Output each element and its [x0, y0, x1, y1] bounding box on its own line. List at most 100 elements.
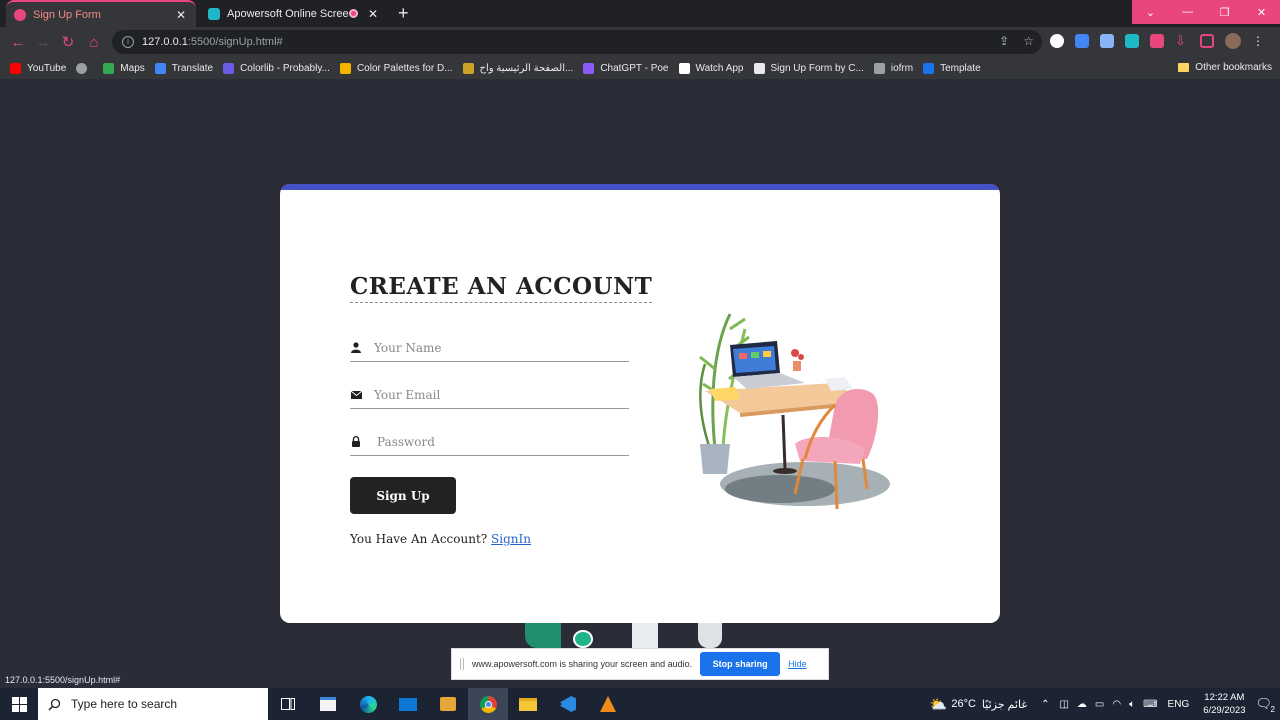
document-extension-icon[interactable]	[1100, 34, 1114, 48]
bookmark-favicon-icon	[10, 62, 21, 74]
bookmark-label: Translate	[171, 62, 214, 74]
window-controls: ⌄ — ❐ ✕	[1132, 0, 1280, 24]
password-input[interactable]	[377, 434, 617, 449]
other-bookmarks-label: Other bookmarks	[1195, 62, 1272, 73]
bookmark-item[interactable]: Watch App	[678, 62, 744, 74]
side-panel-icon[interactable]	[1200, 34, 1214, 48]
mail-icon[interactable]	[388, 688, 428, 720]
bookmark-favicon-icon	[223, 62, 235, 74]
bookmarks-bar: YouTube Maps Translate Colorlib - Probably.…	[0, 57, 1280, 79]
bookmark-item[interactable]: Template	[923, 62, 981, 74]
clock[interactable]: 12:22 AM 6/29/2023	[1203, 691, 1245, 717]
puzzle-extensions-icon[interactable]	[1150, 34, 1164, 48]
bookmark-star-icon[interactable]: ☆	[1023, 34, 1034, 48]
weather-icon[interactable]: ⛅	[930, 696, 947, 713]
recording-icon	[349, 9, 358, 18]
address-bar[interactable]: i 127.0.0.1 :5500/signUp.html# ⇪ ☆	[112, 30, 1042, 54]
close-icon[interactable]: ✕	[174, 8, 188, 22]
drag-handle[interactable]	[460, 658, 464, 670]
new-tab-button[interactable]: +	[398, 3, 409, 24]
bookmark-item[interactable]: Translate	[154, 62, 214, 74]
name-field	[350, 334, 629, 362]
url-path: :5500/signUp.html#	[187, 36, 283, 48]
stop-sharing-button[interactable]: Stop sharing	[700, 652, 781, 676]
lock-icon	[350, 436, 362, 448]
reload-icon[interactable]: ↻	[58, 32, 78, 52]
bookmark-item[interactable]: Maps	[103, 62, 145, 74]
language-indicator[interactable]: ENG	[1168, 699, 1190, 710]
site-info-icon[interactable]: i	[122, 36, 134, 48]
sharing-message: www.apowersoft.com is sharing your scree…	[472, 659, 693, 669]
task-view-icon[interactable]	[268, 688, 308, 720]
other-bookmarks[interactable]: Other bookmarks	[1178, 62, 1272, 73]
tab-sign-up-form[interactable]: Sign Up Form ✕	[6, 0, 196, 27]
edge-icon[interactable]	[348, 688, 388, 720]
bookmark-item[interactable]: Sign Up Form by C...	[753, 62, 864, 74]
media-player-icon[interactable]	[428, 688, 468, 720]
restore-button[interactable]: ❐	[1206, 0, 1243, 24]
home-icon[interactable]: ⌂	[84, 32, 104, 52]
bookmark-favicon-icon	[339, 62, 351, 74]
sign-up-button[interactable]: Sign Up	[350, 477, 456, 514]
vlc-icon[interactable]	[588, 688, 628, 720]
tab-apowersoft[interactable]: Apowersoft Online Screen Re ✕	[200, 0, 388, 27]
weather-temp[interactable]: 26°C	[951, 698, 976, 710]
close-icon[interactable]: ✕	[366, 7, 380, 21]
windows-start-icon[interactable]	[0, 688, 38, 720]
keyboard-icon[interactable]: ⌨	[1143, 699, 1157, 710]
tab-search-chevron-icon[interactable]: ⌄	[1132, 0, 1169, 24]
bookmark-label: YouTube	[27, 62, 67, 74]
menu-kebab-icon[interactable]: ⋮	[1252, 34, 1266, 48]
extension-circle-icon[interactable]	[1050, 34, 1064, 48]
file-explorer-icon[interactable]	[508, 688, 548, 720]
minimize-button[interactable]: —	[1169, 0, 1206, 24]
back-arrow-icon[interactable]: ←	[8, 32, 28, 52]
email-input[interactable]	[374, 387, 614, 402]
bookmark-item[interactable]: Color Palettes for D...	[339, 62, 453, 74]
password-field	[350, 428, 629, 456]
bookmark-favicon-icon	[678, 62, 690, 74]
name-input[interactable]	[374, 340, 614, 355]
onedrive-icon[interactable]: ☁	[1077, 699, 1087, 710]
microsoft-store-icon[interactable]	[308, 688, 348, 720]
bookmark-label: Color Palettes for D...	[356, 62, 453, 74]
background-decoration	[573, 630, 593, 648]
weather-text[interactable]: غائم جزئيًا	[982, 698, 1027, 711]
bookmark-item[interactable]: Colorlib - Probably...	[223, 62, 330, 74]
extensions-area: ⇩ ⋮	[1050, 33, 1266, 49]
notifications-icon[interactable]: 🗨︎ 2	[1255, 696, 1275, 714]
bookmark-favicon-icon	[462, 62, 474, 74]
taskbar-search-box[interactable]: Type here to search	[38, 688, 268, 720]
bookmark-item[interactable]: الصفحة الرئيسية واح...	[462, 62, 573, 74]
signup-card: CREATE AN ACCOUNT Sign Up You Have An Ac…	[280, 184, 1000, 623]
recorder-extension-icon[interactable]	[1125, 34, 1139, 48]
signin-link[interactable]: SignIn	[491, 532, 531, 546]
tab-title: Sign Up Form	[33, 8, 101, 21]
close-window-button[interactable]: ✕	[1243, 0, 1280, 24]
url-host: 127.0.0.1	[142, 36, 188, 48]
bookmark-item[interactable]: YouTube	[10, 62, 67, 74]
bookmark-item[interactable]	[76, 62, 93, 74]
volume-icon[interactable]: 🔈︎	[1129, 699, 1135, 710]
translate-extension-icon[interactable]	[1075, 34, 1089, 48]
screen-sharing-bar: www.apowersoft.com is sharing your scree…	[451, 648, 829, 680]
vscode-icon[interactable]	[548, 688, 588, 720]
search-icon	[48, 698, 61, 711]
chevron-up-icon[interactable]: ⌃	[1041, 699, 1049, 710]
bookmark-item[interactable]: iofrm	[873, 62, 913, 74]
download-icon[interactable]: ⇩	[1175, 34, 1189, 48]
chrome-icon[interactable]	[468, 688, 508, 720]
bookmark-item[interactable]: ChatGPT - Poe	[583, 62, 669, 74]
share-icon[interactable]: ⇪	[999, 34, 1009, 48]
hide-link[interactable]: Hide	[788, 659, 807, 669]
avatar[interactable]	[1225, 33, 1241, 49]
windows-taskbar: Type here to search ⛅ 26°C غائم جزئيًا ⌃…	[0, 688, 1280, 720]
forward-arrow-icon[interactable]: →	[33, 32, 53, 52]
clock-time: 12:22 AM	[1204, 692, 1245, 703]
browser-tabstrip: Sign Up Form ✕ Apowersoft Online Screen …	[0, 0, 1280, 27]
bookmark-favicon-icon	[76, 62, 88, 74]
tab-title: Apowersoft Online Screen Re	[227, 7, 349, 20]
meet-now-icon[interactable]: ◫	[1059, 699, 1068, 710]
wifi-icon[interactable]: ◠	[1112, 699, 1121, 710]
battery-icon[interactable]: ▭	[1095, 699, 1104, 710]
